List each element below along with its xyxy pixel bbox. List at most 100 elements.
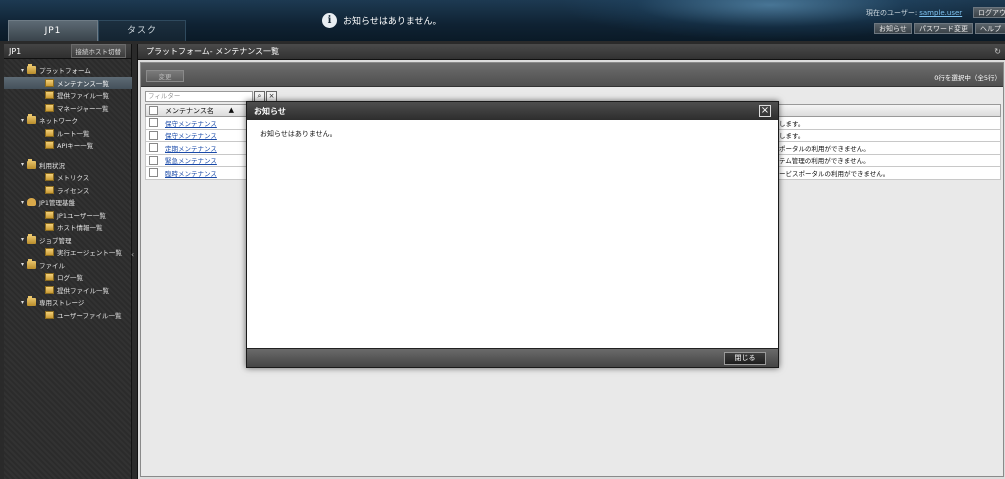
sidebar-item-exec-agents[interactable]: 実行エージェント一覧 xyxy=(4,246,132,259)
sidebar-item-platform[interactable]: ▾ プラットフォーム xyxy=(4,64,132,77)
refresh-icon[interactable]: ↻ xyxy=(994,47,1001,56)
sidebar-item-label: ログ一覧 xyxy=(57,274,83,283)
sidebar-item-jp1-base[interactable]: ▾ JP1管理基盤 xyxy=(4,196,132,209)
sidebar-item-label: JP1管理基盤 xyxy=(39,199,75,208)
sidebar-item-metrics[interactable]: メトリクス xyxy=(4,171,132,184)
sidebar-item-label: ネットワーク xyxy=(39,117,78,126)
sidebar-item-jp1-users[interactable]: JP1ユーザー一覧 xyxy=(4,209,132,222)
page-icon xyxy=(45,185,54,194)
column-header-name[interactable]: メンテナンス名 ▲ xyxy=(163,106,238,116)
sidebar-item-license[interactable]: ライセンス xyxy=(4,184,132,197)
sidebar-item-label: 実行エージェント一覧 xyxy=(57,249,122,258)
person-icon xyxy=(27,198,36,207)
sidebar-item-routes[interactable]: ルート一覧 xyxy=(4,127,132,140)
panel-splitter-handle[interactable]: ‹ xyxy=(131,250,136,264)
sidebar-item-label: 提供ファイル一覧 xyxy=(57,286,109,295)
row-checkbox[interactable] xyxy=(149,155,158,165)
sidebar-item-label: ホスト情報一覧 xyxy=(57,224,103,233)
row-checkbox[interactable] xyxy=(149,130,158,140)
notice-button[interactable]: お知らせ xyxy=(874,23,912,34)
dialog-body: お知らせはありません。 xyxy=(247,120,778,350)
select-all-checkbox[interactable] xyxy=(149,106,158,115)
tab-jp1[interactable]: JP1 xyxy=(8,20,98,41)
current-user-label: 現在のユーザー: xyxy=(866,9,918,17)
tab-task[interactable]: タスク xyxy=(98,20,186,41)
current-user-link[interactable]: sample.user xyxy=(919,9,962,17)
sidebar-item-label: ファイル xyxy=(39,261,65,270)
sidebar-item-label: プラットフォーム xyxy=(39,67,91,76)
sidebar-item-label: ライセンス xyxy=(57,186,90,195)
sidebar-item-provided-files[interactable]: 提供ファイル一覧 xyxy=(4,89,132,102)
help-button[interactable]: ヘルプ xyxy=(975,23,1005,34)
close-icon[interactable]: × xyxy=(759,105,771,117)
logout-button[interactable]: ログアウ xyxy=(973,7,1005,18)
sidebar: JP1 接続ホスト切替 ▾ プラットフォーム メンテナンス一覧 提供ファイル一覧 … xyxy=(4,44,132,479)
switch-host-button[interactable]: 接続ホスト切替 xyxy=(70,44,126,58)
maintenance-name-link[interactable]: 臨時メンテナンス xyxy=(163,168,238,178)
sidebar-item-logs[interactable]: ログ一覧 xyxy=(4,271,132,284)
list-toolbar: 変更 0行を選択中（全5行） xyxy=(141,63,1003,87)
sidebar-item-maintenance-list[interactable]: メンテナンス一覧 xyxy=(4,76,132,89)
change-button[interactable]: 変更 xyxy=(146,70,184,82)
page-icon xyxy=(45,103,54,112)
page-icon xyxy=(45,173,54,182)
sidebar-item-user-files[interactable]: ユーザーファイル一覧 xyxy=(4,309,132,322)
expand-icon[interactable]: ▾ xyxy=(21,117,24,124)
maintenance-name-link[interactable]: 定期メンテナンス xyxy=(163,143,238,153)
sidebar-item-managers[interactable]: マネージャー一覧 xyxy=(4,102,132,115)
filter-input[interactable]: フィルター xyxy=(145,91,253,102)
top-header: JP1 タスク i お知らせはありません。 現在のユーザー: sample.use… xyxy=(0,0,1005,41)
folder-icon xyxy=(27,64,36,75)
sidebar-header: JP1 接続ホスト切替 xyxy=(4,44,131,59)
password-change-button[interactable]: パスワード変更 xyxy=(914,23,973,34)
folder-icon xyxy=(27,114,36,125)
folder-icon xyxy=(27,158,36,169)
maintenance-name-link[interactable]: 保守メンテナンス xyxy=(163,118,238,128)
expand-icon[interactable]: ▾ xyxy=(21,261,24,268)
sidebar-item-label: 専用ストレージ xyxy=(39,299,85,308)
sidebar-item-usage[interactable]: ▾ 利用状況 xyxy=(4,158,132,172)
sidebar-item-provided-files-2[interactable]: 提供ファイル一覧 xyxy=(4,284,132,297)
sidebar-item-label: APIキー一覧 xyxy=(57,142,94,151)
header-notice-text: お知らせはありません。 xyxy=(343,16,442,27)
sidebar-item-host-info[interactable]: ホスト情報一覧 xyxy=(4,221,132,234)
expand-icon[interactable]: ▾ xyxy=(21,199,24,206)
sidebar-item-job-management[interactable]: ▾ ジョブ管理 xyxy=(4,233,132,247)
page-icon xyxy=(45,285,54,294)
sidebar-item-label: メンテナンス一覧 xyxy=(57,79,109,88)
sidebar-item-label: メトリクス xyxy=(57,174,90,183)
nav-tree: ▾ プラットフォーム メンテナンス一覧 提供ファイル一覧 マネージャー一覧 ▾ ネッ… xyxy=(4,64,132,321)
maintenance-name-link[interactable]: 保守メンテナンス xyxy=(163,130,238,140)
row-checkbox[interactable] xyxy=(149,143,158,153)
row-checkbox[interactable] xyxy=(149,168,158,178)
maintenance-name-link[interactable]: 緊急メンテナンス xyxy=(163,155,238,165)
sidebar-item-api-keys[interactable]: APIキー一覧 xyxy=(4,139,132,152)
expand-icon[interactable]: ▾ xyxy=(21,299,24,306)
page-icon xyxy=(45,141,54,150)
page-title: プラットフォーム- メンテナンス一覧 xyxy=(146,47,280,56)
header-notice: i お知らせはありません。 xyxy=(322,11,442,29)
expand-icon[interactable]: ▾ xyxy=(21,67,24,74)
sidebar-item-network[interactable]: ▾ ネットワーク xyxy=(4,114,132,127)
column-header-name-label: メンテナンス名 xyxy=(165,106,214,115)
expand-icon[interactable]: ▾ xyxy=(21,236,24,243)
sidebar-item-files[interactable]: ▾ ファイル xyxy=(4,258,132,272)
page-icon xyxy=(45,91,54,100)
folder-icon xyxy=(27,233,36,244)
header-glow xyxy=(560,0,980,40)
page-icon xyxy=(45,310,54,319)
sidebar-title: JP1 xyxy=(9,46,22,56)
sidebar-item-dedicated-storage[interactable]: ▾ 専用ストレージ xyxy=(4,296,132,309)
expand-icon[interactable]: ▾ xyxy=(21,161,24,168)
row-checkbox[interactable] xyxy=(149,118,158,128)
page-icon xyxy=(45,210,54,219)
main-header: プラットフォーム- メンテナンス一覧 ↻ xyxy=(138,44,1005,60)
dialog-footer: 閉じる xyxy=(247,348,778,367)
page-icon xyxy=(45,223,54,232)
close-button[interactable]: 閉じる xyxy=(724,352,766,365)
sort-asc-icon[interactable]: ▲ xyxy=(229,106,234,116)
sidebar-item-label: ユーザーファイル一覧 xyxy=(57,311,122,320)
sidebar-item-label: ジョブ管理 xyxy=(39,236,72,245)
sidebar-item-label: 提供ファイル一覧 xyxy=(57,92,109,101)
notice-dialog: お知らせ × お知らせはありません。 閉じる xyxy=(246,101,779,368)
